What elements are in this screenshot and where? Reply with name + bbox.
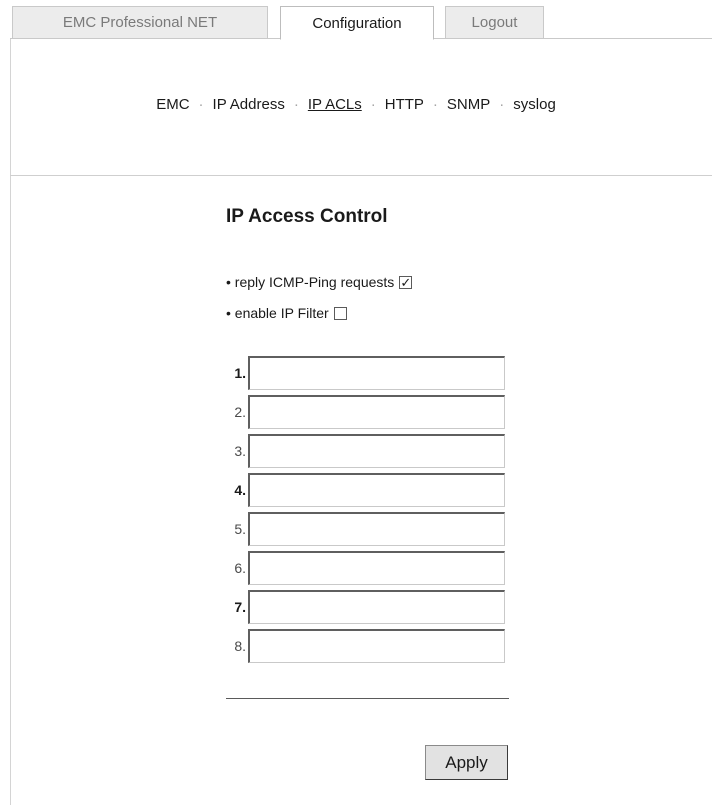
reply-icmp-ping-checkbox[interactable]: ✓ — [399, 275, 413, 289]
acl-row: 3. — [222, 434, 505, 468]
acl-input-5[interactable] — [248, 512, 505, 546]
acl-input-6[interactable] — [248, 551, 505, 585]
content-left-border — [10, 38, 11, 805]
acl-row: 5. — [222, 512, 505, 546]
acl-row: 8. — [222, 629, 505, 663]
option-label: • enable IP Filter — [226, 305, 329, 321]
subnav-link-ip-acls[interactable]: IP ACLs — [308, 96, 362, 113]
option-enable-ip-filter: • enable IP Filter — [226, 305, 347, 321]
acl-input-3[interactable] — [248, 434, 505, 468]
subnav-separator: · — [198, 96, 204, 113]
acl-row-label: 6. — [234, 560, 246, 576]
acl-row-label: 5. — [234, 521, 246, 537]
acl-row: 7. — [222, 590, 505, 624]
tab-emc-professional-net[interactable]: EMC Professional NET — [12, 6, 268, 39]
subnav-link-ip-address[interactable]: IP Address — [213, 96, 285, 113]
subnav-separator: · — [432, 96, 438, 113]
acl-input-7[interactable] — [248, 590, 505, 624]
acl-input-1[interactable] — [248, 356, 505, 390]
subnav-link-syslog[interactable]: syslog — [513, 96, 556, 113]
option-reply-icmp-ping: • reply ICMP-Ping requests ✓ — [226, 274, 413, 290]
subnav-link-emc[interactable]: EMC — [156, 96, 189, 113]
acl-input-2[interactable] — [248, 395, 505, 429]
tab-logout[interactable]: Logout — [445, 6, 544, 39]
acl-input-8[interactable] — [248, 629, 505, 663]
option-label: • reply ICMP-Ping requests — [226, 274, 395, 290]
acl-input-4[interactable] — [248, 473, 505, 507]
config-subnav: EMC · IP Address · IP ACLs · HTTP · SNMP · syslog — [0, 96, 712, 113]
acl-row: 6. — [222, 551, 505, 585]
acl-row-label: 1. — [234, 365, 246, 381]
acl-row-label: 4. — [234, 482, 246, 498]
subnav-link-snmp[interactable]: SNMP — [447, 96, 490, 113]
acl-row: 2. — [222, 395, 505, 429]
subnav-separator: · — [293, 96, 299, 113]
page-title: IP Access Control — [226, 206, 388, 227]
acl-row-label: 3. — [234, 443, 246, 459]
acl-row-label: 2. — [234, 404, 246, 420]
acl-row: 1. — [222, 356, 505, 390]
header-divider — [10, 175, 712, 176]
subnav-separator: · — [370, 96, 376, 113]
acl-row: 4. — [222, 473, 505, 507]
tab-configuration[interactable]: Configuration — [280, 6, 434, 40]
acl-row-label: 8. — [234, 638, 246, 654]
enable-ip-filter-checkbox[interactable] — [333, 306, 347, 320]
apply-button[interactable]: Apply — [425, 745, 508, 780]
acl-row-label: 7. — [234, 599, 246, 615]
subnav-link-http[interactable]: HTTP — [385, 96, 424, 113]
subnav-separator: · — [499, 96, 505, 113]
form-divider — [226, 698, 509, 699]
